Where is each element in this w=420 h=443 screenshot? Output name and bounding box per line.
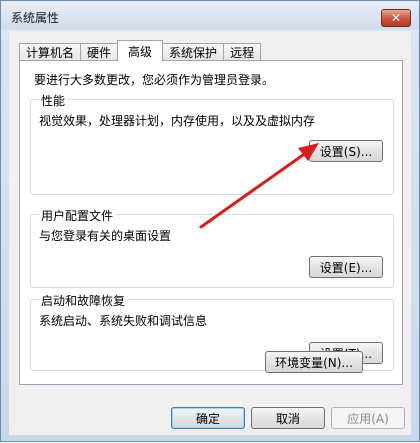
user-profiles-title: 用户配置文件 (39, 207, 116, 224)
user-profiles-description: 与您登录有关的桌面设置 (39, 229, 172, 243)
close-button[interactable]: ✕ (381, 9, 411, 27)
cancel-button[interactable]: 取消 (251, 407, 325, 429)
startup-recovery-description: 系统启动、系统失败和调试信息 (39, 314, 208, 328)
tab-system-protection[interactable]: 系统保护 (162, 43, 225, 61)
ok-button[interactable]: 确定 (171, 407, 245, 429)
tab-hardware[interactable]: 硬件 (80, 43, 119, 61)
performance-group: 性能 视觉效果，处理器计划，内存使用，以及及虚拟内存 设置(S)... (30, 92, 394, 195)
performance-settings-button[interactable]: 设置(S)... (309, 140, 383, 162)
system-properties-window: 系统属性 ✕ 计算机名 硬件 高级 系统保护 远程 要进行大多数更改，您必须作为… (0, 0, 420, 442)
dialog-client-area: 计算机名 硬件 高级 系统保护 远程 要进行大多数更改，您必须作为管理员登录。 … (9, 31, 411, 435)
title-bar[interactable]: 系统属性 ✕ (1, 1, 419, 29)
advanced-tab-panel: 要进行大多数更改，您必须作为管理员登录。 性能 视觉效果，处理器计划，内存使用，… (19, 60, 403, 385)
window-title: 系统属性 (11, 11, 60, 25)
startup-recovery-title: 启动和故障恢复 (39, 292, 128, 309)
performance-description: 视觉效果，处理器计划，内存使用，以及及虚拟内存 (39, 114, 316, 128)
apply-button[interactable]: 应用(A) (331, 407, 405, 429)
tab-remote[interactable]: 远程 (223, 43, 262, 61)
tab-computer-name[interactable]: 计算机名 (19, 43, 82, 61)
tab-strip: 计算机名 硬件 高级 系统保护 远程 (19, 40, 262, 61)
environment-variables-button[interactable]: 环境变量(N)... (265, 351, 363, 373)
admin-note: 要进行大多数更改，您必须作为管理员登录。 (34, 73, 275, 87)
performance-title: 性能 (39, 92, 68, 109)
tab-advanced[interactable]: 高级 (117, 40, 164, 61)
user-profiles-settings-button[interactable]: 设置(E)... (309, 256, 383, 278)
close-icon: ✕ (390, 11, 402, 25)
user-profiles-group: 用户配置文件 与您登录有关的桌面设置 设置(E)... (30, 207, 394, 288)
